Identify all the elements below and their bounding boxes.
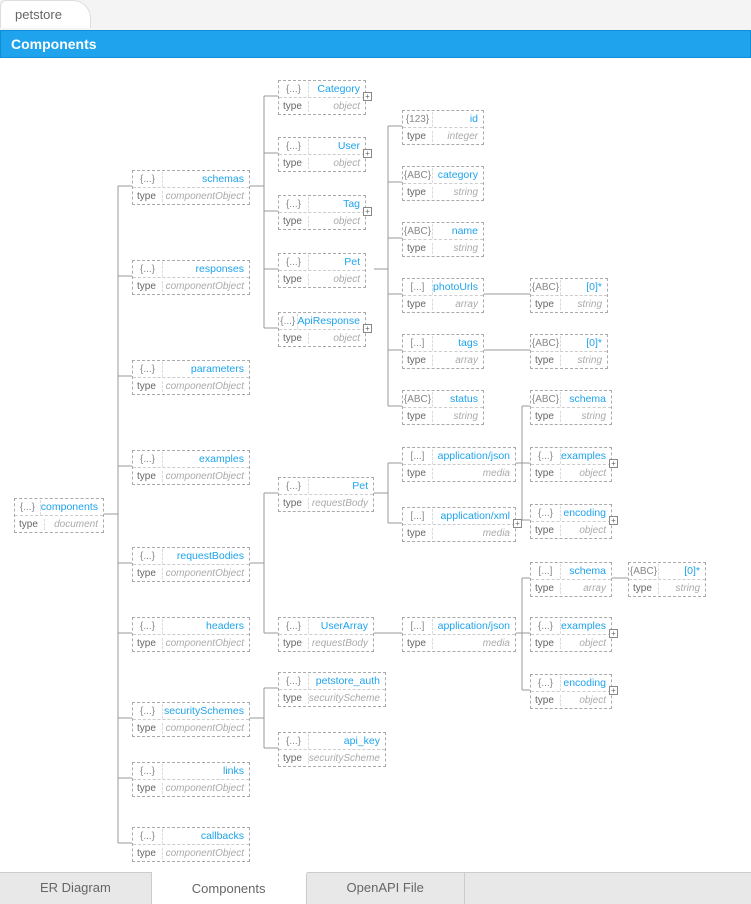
tab-components[interactable]: Components <box>152 872 307 904</box>
node-Tag[interactable]: {...}Tag typeobject <box>278 195 366 230</box>
node-status[interactable]: {ABC}status typestring <box>402 390 484 425</box>
node-photoUrls-item[interactable]: {ABC}[0]* typestring <box>530 278 608 313</box>
node-schema2-item[interactable]: {ABC}[0]* typestring <box>628 562 706 597</box>
node-parameters[interactable]: {...}parameters typecomponentObject <box>132 360 250 395</box>
bottom-tabs: ER Diagram Components OpenAPI File <box>0 872 751 904</box>
header-bar: Components <box>0 30 751 58</box>
node-headers[interactable]: {...}headers typecomponentObject <box>132 617 250 652</box>
expand-icon[interactable]: + <box>609 459 618 468</box>
node-Category[interactable]: {...}Category typeobject <box>278 80 366 115</box>
node-examples1[interactable]: {...}examples typeobject <box>530 447 612 482</box>
node-schema2[interactable]: [...]schema typearray <box>530 562 612 597</box>
expand-icon[interactable]: + <box>363 207 372 216</box>
diagram-canvas[interactable]: {...}components typedocument {...}schema… <box>0 58 751 872</box>
expand-icon[interactable]: + <box>513 519 522 528</box>
expand-icon[interactable]: + <box>609 629 618 638</box>
node-appjson1[interactable]: [...]application/json typemedia <box>402 447 516 482</box>
node-ApiResponse[interactable]: {...}ApiResponse typeobject <box>278 312 366 347</box>
node-id[interactable]: {123}id typeinteger <box>402 110 484 145</box>
node-tags[interactable]: [...]tags typearray <box>402 334 484 369</box>
node-components[interactable]: {...}components typedocument <box>14 498 104 533</box>
node-api_key[interactable]: {...}api_key typesecurityScheme <box>278 732 386 767</box>
node-links[interactable]: {...}links typecomponentObject <box>132 762 250 797</box>
node-PetRB[interactable]: {...}Pet typerequestBody <box>278 477 374 512</box>
node-category[interactable]: {ABC}category typestring <box>402 166 484 201</box>
node-tags-item[interactable]: {ABC}[0]* typestring <box>530 334 608 369</box>
top-tab[interactable]: petstore <box>0 0 91 28</box>
node-encoding1[interactable]: {...}encoding typeobject <box>530 504 612 539</box>
node-photoUrls[interactable]: [...]photoUrls typearray <box>402 278 484 313</box>
node-Pet[interactable]: {...}Pet typeobject <box>278 253 366 288</box>
node-petstore_auth[interactable]: {...}petstore_auth typesecurityScheme <box>278 672 386 707</box>
expand-icon[interactable]: + <box>609 686 618 695</box>
node-schema1[interactable]: {ABC}schema typestring <box>530 390 612 425</box>
expand-icon[interactable]: + <box>363 149 372 158</box>
node-UserArray[interactable]: {...}UserArray typerequestBody <box>278 617 374 652</box>
node-schemas[interactable]: {...}schemas typecomponentObject <box>132 170 250 205</box>
node-examples2[interactable]: {...}examples typeobject <box>530 617 612 652</box>
node-appjson2[interactable]: [...]application/json typemedia <box>402 617 516 652</box>
expand-icon[interactable]: + <box>363 92 372 101</box>
node-responses[interactable]: {...}responses typecomponentObject <box>132 260 250 295</box>
expand-icon[interactable]: + <box>363 324 372 333</box>
node-callbacks[interactable]: {...}callbacks typecomponentObject <box>132 827 250 862</box>
node-securitySchemes[interactable]: {...}securitySchemes typecomponentObject <box>132 702 250 737</box>
tab-er-diagram[interactable]: ER Diagram <box>0 873 152 904</box>
braces-icon: {...} <box>15 500 41 515</box>
node-requestBodies[interactable]: {...}requestBodies typecomponentObject <box>132 547 250 582</box>
node-title: components <box>41 501 103 513</box>
expand-icon[interactable]: + <box>609 516 618 525</box>
node-encoding2[interactable]: {...}encoding typeobject <box>530 674 612 709</box>
tab-openapi-file[interactable]: OpenAPI File <box>307 873 465 904</box>
node-User[interactable]: {...}User typeobject <box>278 137 366 172</box>
node-name[interactable]: {ABC}name typestring <box>402 222 484 257</box>
node-appxml1[interactable]: [...]application/xml typemedia <box>402 507 516 542</box>
node-examples[interactable]: {...}examples typecomponentObject <box>132 450 250 485</box>
